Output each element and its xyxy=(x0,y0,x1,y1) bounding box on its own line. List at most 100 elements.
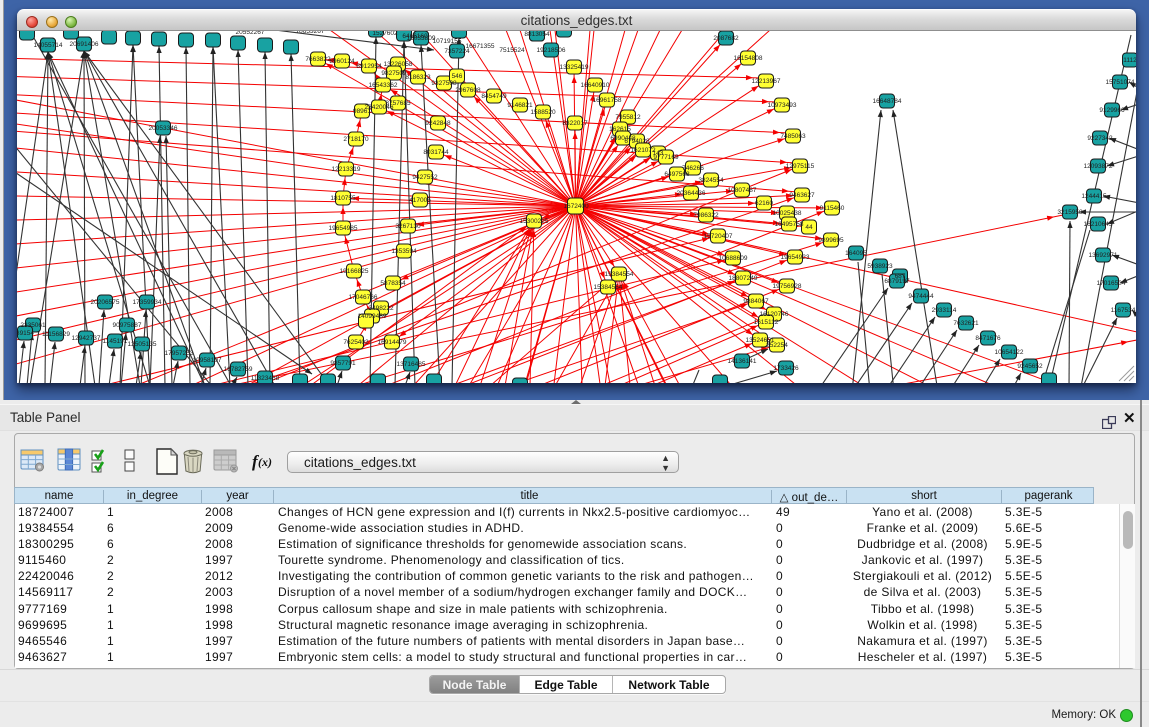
svg-text:8186323: 8186323 xyxy=(405,74,431,81)
svg-text:11323468: 11323468 xyxy=(251,375,280,382)
svg-text:9146821: 9146821 xyxy=(507,102,533,109)
svg-text:2933114: 2933114 xyxy=(932,307,957,314)
svg-text:39154: 39154 xyxy=(17,330,34,337)
svg-text:1527602: 1527602 xyxy=(372,31,398,37)
svg-text:17016504: 17016504 xyxy=(1097,280,1126,287)
svg-text:10719155: 10719155 xyxy=(433,38,462,45)
svg-text:7955812: 7955812 xyxy=(615,114,641,121)
svg-text:13226058: 13226058 xyxy=(384,61,413,68)
svg-text:15720407: 15720407 xyxy=(704,233,733,240)
svg-text:90975887: 90975887 xyxy=(113,322,142,329)
svg-text:8912954: 8912954 xyxy=(356,63,382,70)
svg-text:9242848: 9242848 xyxy=(425,120,451,127)
svg-text:12093872: 12093872 xyxy=(1084,163,1113,170)
svg-text:2967608: 2967608 xyxy=(455,87,481,94)
svg-text:16210643: 16210643 xyxy=(1084,221,1113,228)
svg-text:9115460: 9115460 xyxy=(820,205,845,212)
svg-text:12213967: 12213967 xyxy=(752,78,781,85)
svg-text:7632621: 7632621 xyxy=(953,320,979,327)
svg-text:16648784: 16648784 xyxy=(873,98,902,105)
svg-text:8322017: 8322017 xyxy=(562,120,588,127)
svg-text:16120746: 16120746 xyxy=(760,311,789,318)
svg-text:9857791: 9857791 xyxy=(330,360,356,367)
svg-text:13692971: 13692971 xyxy=(1089,252,1118,259)
svg-text:6497568: 6497568 xyxy=(664,171,690,178)
svg-text:44: 44 xyxy=(805,224,813,231)
svg-text:164095: 164095 xyxy=(845,250,867,257)
svg-text:1810755: 1810755 xyxy=(330,195,356,202)
svg-text:12942737: 12942737 xyxy=(72,335,101,342)
svg-text:1112: 1112 xyxy=(1123,57,1136,64)
svg-text:9777169: 9777169 xyxy=(653,154,679,161)
svg-text:162615: 162615 xyxy=(609,126,631,133)
svg-text:2718170: 2718170 xyxy=(343,136,369,143)
svg-text:3267130: 3267130 xyxy=(395,223,421,230)
svg-text:1615112: 1615112 xyxy=(754,319,779,326)
svg-text:20552267: 20552267 xyxy=(236,31,265,36)
svg-text:20206575: 20206575 xyxy=(91,299,120,306)
svg-text:11156829: 11156829 xyxy=(42,331,70,338)
svg-text:20364436: 20364436 xyxy=(677,190,706,197)
svg-text:417005: 417005 xyxy=(409,197,431,204)
svg-text:8031744: 8031744 xyxy=(423,149,449,156)
svg-text:10973493: 10973493 xyxy=(768,102,797,109)
svg-text:15300225: 15300225 xyxy=(520,218,549,225)
svg-text:7986322: 7986322 xyxy=(693,212,719,219)
svg-text:14055714: 14055714 xyxy=(34,42,63,49)
svg-text:12975115: 12975115 xyxy=(786,163,815,170)
svg-text:3498222: 3498222 xyxy=(368,305,394,312)
svg-text:14099489: 14099489 xyxy=(358,313,387,320)
svg-text:1672400: 1672400 xyxy=(563,203,589,210)
svg-text:13716485: 13716485 xyxy=(397,361,426,368)
svg-text:7515524: 7515524 xyxy=(499,47,525,54)
svg-text:19756928: 19756928 xyxy=(773,283,802,290)
svg-text:1145191: 1145191 xyxy=(103,338,128,345)
svg-text:8471676: 8471676 xyxy=(975,335,1001,342)
svg-text:(x): (x) xyxy=(258,455,272,469)
svg-text:1244415: 1244415 xyxy=(1081,193,1107,200)
svg-text:5938923: 5938923 xyxy=(867,263,893,270)
svg-text:19384554: 19384554 xyxy=(605,271,634,278)
svg-text:6879197: 6879197 xyxy=(884,278,910,285)
svg-text:1353594: 1353594 xyxy=(391,248,417,255)
svg-text:7663822: 7663822 xyxy=(305,56,331,63)
svg-text:12213319: 12213319 xyxy=(332,166,361,173)
svg-text:9245652: 9245652 xyxy=(1017,363,1043,370)
svg-text:10807487: 10807487 xyxy=(728,187,757,194)
svg-text:1733426: 1733426 xyxy=(773,365,799,372)
svg-text:9129966: 9129966 xyxy=(1099,107,1125,114)
svg-text:16782759: 16782759 xyxy=(224,366,253,373)
svg-text:746266: 746266 xyxy=(682,165,704,172)
svg-text:546: 546 xyxy=(452,73,463,80)
svg-text:15384554: 15384554 xyxy=(594,284,623,291)
svg-text:62160: 62160 xyxy=(755,200,773,207)
svg-text:8813054: 8813054 xyxy=(524,31,550,38)
svg-text:12505135: 12505135 xyxy=(128,341,157,348)
svg-text:2335061: 2335061 xyxy=(20,322,46,329)
svg-text:2087682: 2087682 xyxy=(713,35,739,42)
svg-text:9474444: 9474444 xyxy=(908,293,934,300)
svg-text:7625402: 7625402 xyxy=(343,339,369,346)
svg-text:98961: 98961 xyxy=(353,108,371,115)
svg-text:9427552: 9427552 xyxy=(412,174,438,181)
svg-text:16640910: 16640910 xyxy=(581,82,610,89)
svg-text:9827509: 9827509 xyxy=(381,70,407,77)
svg-text:19654985: 19654985 xyxy=(329,225,358,232)
svg-text:1588520: 1588520 xyxy=(530,109,556,116)
svg-text:6466160: 6466160 xyxy=(402,33,428,40)
svg-text:252254: 252254 xyxy=(766,342,788,349)
svg-text:8454749: 8454749 xyxy=(481,93,507,100)
svg-text:14136141: 14136141 xyxy=(728,358,757,365)
svg-text:10958107: 10958107 xyxy=(193,357,222,364)
svg-text:16961758: 16961758 xyxy=(593,97,622,104)
svg-text:9327508: 9327508 xyxy=(431,80,457,87)
svg-text:6794028: 6794028 xyxy=(624,138,650,145)
svg-text:3215958: 3215958 xyxy=(1057,209,1083,216)
svg-text:1167534: 1167534 xyxy=(1111,307,1136,314)
svg-text:10688609: 10688609 xyxy=(719,255,748,262)
svg-text:13325419: 13325419 xyxy=(560,64,589,71)
svg-text:9899695: 9899695 xyxy=(818,237,844,244)
svg-text:20053346: 20053346 xyxy=(149,125,178,132)
svg-text:10654122: 10654122 xyxy=(995,349,1024,356)
svg-text:18807249: 18807249 xyxy=(729,275,758,282)
